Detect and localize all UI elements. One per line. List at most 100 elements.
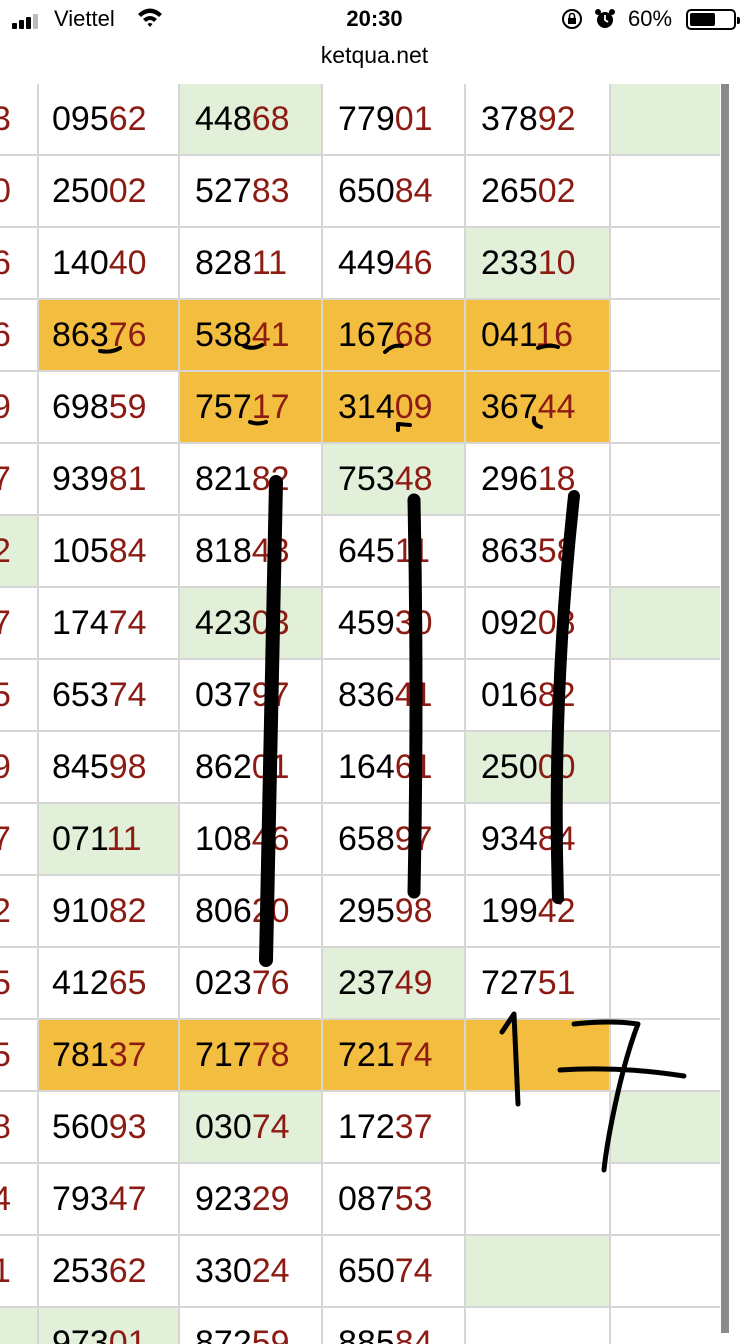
result-cell: 42303: [180, 588, 323, 658]
result-cell: 44868: [180, 84, 323, 154]
row-lead-digit: 1: [0, 1252, 11, 1290]
result-cell: 93981: [52, 460, 147, 498]
row-lead-digit: 5: [0, 964, 11, 1002]
result-cell: 52783: [195, 172, 290, 210]
empty-cell: [610, 372, 720, 442]
column-divider: [321, 84, 323, 1344]
row-lead-digit: 7: [0, 604, 11, 642]
result-cell: 23310: [466, 228, 610, 298]
result-cell: 87259: [195, 1324, 290, 1344]
empty-cell: [610, 444, 720, 514]
row-lead-digit: 6: [0, 316, 11, 354]
result-cell: 16768: [323, 300, 466, 370]
empty-cell: [610, 156, 720, 226]
battery-icon: [686, 9, 740, 30]
empty-cell: [610, 1164, 720, 1234]
result-cell: 01682: [481, 676, 576, 714]
result-cell: 86376: [37, 300, 180, 370]
empty-cell: [610, 804, 720, 874]
result-cell: 33024: [195, 1252, 290, 1290]
result-cell: 75717: [180, 372, 323, 442]
result-cell: [466, 1236, 610, 1306]
result-cell: 36744: [466, 372, 610, 442]
row-lead-digit: 7: [0, 460, 11, 498]
result-cell: 97301: [37, 1308, 180, 1344]
result-cell: 03074: [180, 1092, 323, 1162]
result-cell: 84598: [52, 748, 147, 786]
result-cell: 14040: [52, 244, 147, 282]
result-cell: 29618: [481, 460, 576, 498]
result-cell: 69859: [52, 388, 147, 426]
result-cell: 72751: [481, 964, 576, 1002]
result-cell: 64511: [338, 532, 431, 570]
address-bar-url[interactable]: ketqua.net: [0, 42, 749, 69]
column-divider: [464, 84, 466, 1344]
column-divider: [178, 84, 180, 1344]
empty-cell: [610, 1308, 720, 1344]
result-cell: 09208: [481, 604, 576, 642]
result-cell: 72174: [323, 1020, 466, 1090]
result-cell: 17474: [52, 604, 147, 642]
empty-cell: [610, 228, 720, 298]
row-lead-digit: 6: [0, 244, 11, 282]
result-cell: 86201: [195, 748, 290, 786]
result-cell: 03797: [195, 676, 290, 714]
result-cell: 08753: [338, 1180, 433, 1218]
orientation-lock-icon: [562, 9, 582, 29]
empty-cell: [610, 1020, 720, 1090]
result-cell: 71778: [180, 1020, 323, 1090]
result-cell: 65897: [338, 820, 433, 858]
result-cell: 02376: [195, 964, 290, 1002]
result-cell: 07111: [37, 804, 180, 874]
result-cell: 25002: [52, 172, 147, 210]
result-cell: 65084: [338, 172, 433, 210]
row-lead-digit: 3: [0, 100, 11, 138]
result-cell: [466, 1164, 610, 1234]
result-cell: 29598: [338, 892, 433, 930]
row-lead-digit: 7: [0, 820, 11, 858]
empty-cell: [610, 1236, 720, 1306]
empty-cell: [610, 948, 720, 1018]
result-cell: 65374: [52, 676, 147, 714]
result-cell: 82182: [195, 460, 290, 498]
result-cell: 10846: [195, 820, 290, 858]
result-cell: 16461: [338, 748, 433, 786]
result-cell: 31409: [323, 372, 466, 442]
result-cell: 26502: [481, 172, 576, 210]
row-lead-digit: 9: [0, 388, 11, 426]
result-cell: 25000: [466, 732, 610, 802]
result-cell: 45930: [338, 604, 433, 642]
result-cell: 77901: [338, 100, 433, 138]
scrollbar[interactable]: [721, 84, 729, 1333]
empty-cell: [610, 516, 720, 586]
result-cell: 10584: [52, 532, 147, 570]
result-cell: 23749: [323, 948, 466, 1018]
row-lead-digit: 2: [0, 892, 11, 930]
result-cell: [466, 1020, 610, 1090]
row-lead-digit: [0, 1308, 37, 1344]
result-cell: 37892: [481, 100, 576, 138]
empty-cell: [610, 300, 720, 370]
result-cell: 65074: [338, 1252, 433, 1290]
status-bar: Viettel 20:30 60% ketqua.net: [0, 0, 749, 68]
row-lead-digit: 5: [0, 676, 11, 714]
result-cell: 09562: [52, 100, 147, 138]
result-cell: [466, 1092, 610, 1162]
result-cell: 44946: [338, 244, 433, 282]
result-cell: 88584: [338, 1324, 433, 1344]
result-cell: 80620: [195, 892, 290, 930]
result-cell: 82811: [195, 244, 288, 282]
result-cell: 92329: [195, 1180, 290, 1218]
empty-cell: [610, 660, 720, 730]
result-cell: 81843: [195, 532, 290, 570]
result-cell: 25362: [52, 1252, 147, 1290]
result-cell: [466, 1308, 610, 1344]
result-cell: 86358: [481, 532, 576, 570]
result-cell: 83641: [338, 676, 433, 714]
result-cell: 78137: [37, 1020, 180, 1090]
result-cell: 79347: [52, 1180, 147, 1218]
empty-cell: [610, 588, 720, 658]
row-lead-digit: 5: [0, 1036, 11, 1074]
alarm-icon: [595, 9, 615, 28]
result-cell: 17237: [338, 1108, 433, 1146]
